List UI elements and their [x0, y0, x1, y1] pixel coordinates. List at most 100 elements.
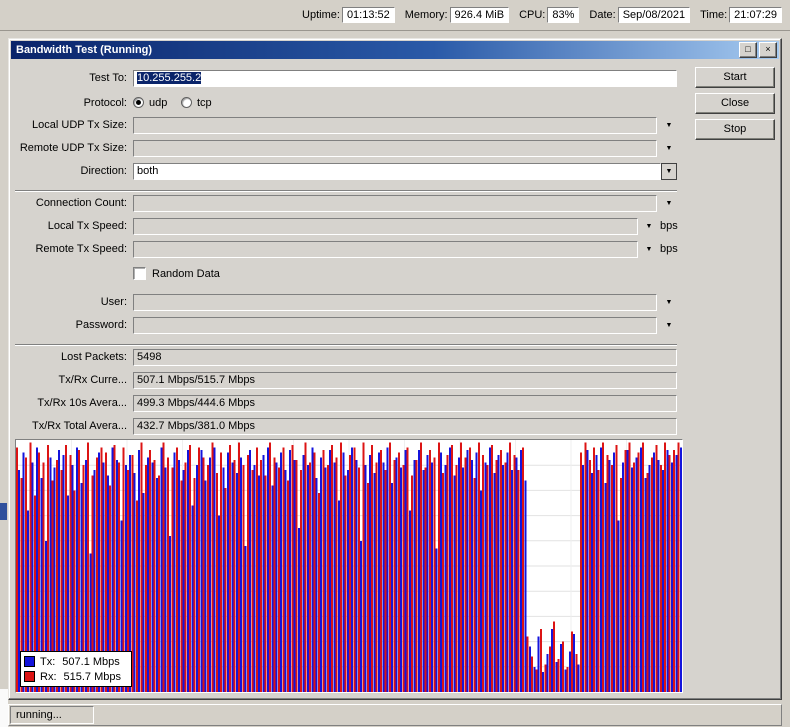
- local-udp-tx-size-input[interactable]: [133, 117, 657, 134]
- protocol-tcp-label[interactable]: tcp: [197, 97, 212, 109]
- remote-tx-speed-label: Remote Tx Speed:: [35, 243, 127, 255]
- connection-count-label: Connection Count:: [35, 197, 127, 209]
- bandwidth-test-window: Bandwidth Test (Running) □ × Test To: 10…: [8, 38, 782, 700]
- separator: [15, 344, 677, 346]
- restore-window-button[interactable]: □: [739, 42, 757, 58]
- bandwidth-chart: Tx: 507.1 Mbps Rx: 515.7 Mbps: [15, 439, 683, 693]
- test-to-input[interactable]: 10.255.255.2: [133, 70, 677, 87]
- status-bar: running...: [8, 704, 782, 726]
- remote-tx-speed-input[interactable]: [133, 241, 638, 258]
- txrx-current-label: Tx/Rx Curre...: [58, 374, 127, 386]
- protocol-tcp-radio[interactable]: [181, 97, 192, 108]
- connection-count-row: Connection Count: ▼: [9, 195, 783, 213]
- legend-rx-row: Rx: 515.7 Mbps: [24, 669, 121, 684]
- remote-udp-tx-size-input[interactable]: [133, 140, 657, 157]
- chart-legend: Tx: 507.1 Mbps Rx: 515.7 Mbps: [20, 651, 132, 687]
- uptime-label: Uptime:: [302, 9, 340, 21]
- separator: [15, 190, 677, 192]
- local-tx-speed-unit: bps: [660, 220, 678, 232]
- local-udp-tx-size-row: Local UDP Tx Size: ▼: [9, 117, 783, 135]
- date-value: Sep/08/2021: [617, 7, 691, 23]
- txrx-current-field: 507.1 Mbps/515.7 Mbps: [133, 372, 677, 389]
- background-window-fragment: [0, 503, 7, 520]
- password-label: Password:: [75, 319, 127, 331]
- txrx-total-average-label: Tx/Rx Total Avera...: [32, 420, 127, 432]
- status-text-cell: running...: [10, 706, 94, 724]
- test-to-row: Test To: 10.255.255.2: [9, 70, 783, 88]
- password-row: Password: ▼: [9, 317, 783, 335]
- lost-packets-value: 5498: [137, 351, 162, 363]
- close-button[interactable]: Close: [695, 93, 775, 114]
- tx-legend-value: 507.1 Mbps: [62, 655, 120, 668]
- random-data-row: Random Data: [9, 266, 783, 284]
- stop-button[interactable]: Stop: [695, 119, 775, 140]
- remote-udp-tx-size-dropdown-icon[interactable]: ▼: [661, 140, 677, 157]
- local-udp-tx-size-dropdown-icon[interactable]: ▼: [661, 117, 677, 134]
- local-tx-speed-label: Local Tx Speed:: [47, 220, 127, 232]
- rx-legend-value: 515.7 Mbps: [63, 670, 121, 683]
- time-value: 21:07:29: [729, 7, 782, 23]
- local-tx-speed-input[interactable]: [133, 218, 638, 235]
- remote-udp-tx-size-label: Remote UDP Tx Size:: [19, 142, 127, 154]
- direction-input[interactable]: both: [133, 163, 661, 180]
- user-dropdown-icon[interactable]: ▼: [661, 294, 677, 311]
- local-udp-tx-size-label: Local UDP Tx Size:: [32, 119, 127, 131]
- system-status-bar: Uptime: 01:13:52 Memory: 926.4 MiB CPU: …: [0, 0, 790, 31]
- test-to-label: Test To:: [89, 72, 127, 84]
- local-tx-speed-row: Local Tx Speed: ▼ bps: [9, 218, 783, 236]
- cpu-value: 83%: [547, 7, 580, 23]
- direction-combo-arrow-icon[interactable]: ▼: [661, 163, 677, 180]
- txrx-10s-average-label: Tx/Rx 10s Avera...: [37, 397, 127, 409]
- time-label: Time:: [700, 9, 728, 21]
- protocol-udp-label[interactable]: udp: [149, 97, 167, 109]
- memory-value: 926.4 MiB: [449, 7, 510, 23]
- password-input[interactable]: [133, 317, 657, 334]
- direction-label: Direction:: [80, 165, 127, 177]
- start-button[interactable]: Start: [695, 67, 775, 88]
- txrx-total-average-value: 432.7 Mbps/381.0 Mbps: [137, 420, 256, 432]
- user-input[interactable]: [133, 294, 657, 311]
- txrx-total-average-field: 432.7 Mbps/381.0 Mbps: [133, 418, 677, 435]
- remote-udp-tx-size-row: Remote UDP Tx Size: ▼: [9, 140, 783, 158]
- lost-packets-row: Lost Packets: 5498: [9, 349, 783, 367]
- close-window-button[interactable]: ×: [759, 42, 777, 58]
- txrx-current-row: Tx/Rx Curre... 507.1 Mbps/515.7 Mbps: [9, 372, 783, 390]
- random-data-label[interactable]: Random Data: [152, 268, 220, 280]
- desktop: Uptime: 01:13:52 Memory: 926.4 MiB CPU: …: [0, 0, 790, 727]
- remote-tx-speed-unit: bps: [660, 243, 678, 255]
- password-dropdown-icon[interactable]: ▼: [661, 317, 677, 334]
- direction-value: both: [137, 165, 159, 177]
- user-row: User: ▼: [9, 294, 783, 312]
- user-label: User:: [100, 296, 127, 308]
- test-to-value: 10.255.255.2: [137, 72, 202, 84]
- system-status-items: Uptime: 01:13:52 Memory: 926.4 MiB CPU: …: [292, 7, 782, 23]
- random-data-checkbox[interactable]: [133, 267, 146, 280]
- protocol-udp-radio[interactable]: [133, 97, 144, 108]
- txrx-10s-average-row: Tx/Rx 10s Avera... 499.3 Mbps/444.6 Mbps: [9, 395, 783, 413]
- lost-packets-label: Lost Packets:: [60, 351, 127, 363]
- background-window-fragment: [0, 689, 8, 727]
- protocol-label: Protocol:: [83, 97, 127, 109]
- remote-tx-speed-dropdown-icon[interactable]: ▼: [641, 241, 657, 258]
- tx-legend-label: Tx:: [40, 655, 56, 668]
- rx-legend-swatch-icon: [24, 671, 35, 682]
- connection-count-input[interactable]: [133, 195, 657, 212]
- txrx-current-value: 507.1 Mbps/515.7 Mbps: [137, 374, 256, 386]
- tx-legend-swatch-icon: [24, 656, 35, 667]
- local-tx-speed-dropdown-icon[interactable]: ▼: [641, 218, 657, 235]
- window-titlebar: Bandwidth Test (Running) □ ×: [11, 41, 779, 59]
- txrx-total-average-row: Tx/Rx Total Avera... 432.7 Mbps/381.0 Mb…: [9, 418, 783, 436]
- status-text: running...: [16, 709, 62, 721]
- memory-label: Memory:: [404, 9, 448, 21]
- txrx-10s-average-field: 499.3 Mbps/444.6 Mbps: [133, 395, 677, 412]
- protocol-row: Protocol: udp tcp: [9, 95, 783, 113]
- connection-count-dropdown-icon[interactable]: ▼: [661, 195, 677, 212]
- txrx-10s-average-value: 499.3 Mbps/444.6 Mbps: [137, 397, 256, 409]
- remote-tx-speed-row: Remote Tx Speed: ▼ bps: [9, 241, 783, 259]
- rx-legend-label: Rx:: [40, 670, 57, 683]
- direction-row: Direction: both ▼: [9, 163, 783, 181]
- date-label: Date:: [589, 9, 616, 21]
- window-title: Bandwidth Test (Running): [16, 44, 153, 56]
- lost-packets-field: 5498: [133, 349, 677, 366]
- legend-tx-row: Tx: 507.1 Mbps: [24, 654, 121, 669]
